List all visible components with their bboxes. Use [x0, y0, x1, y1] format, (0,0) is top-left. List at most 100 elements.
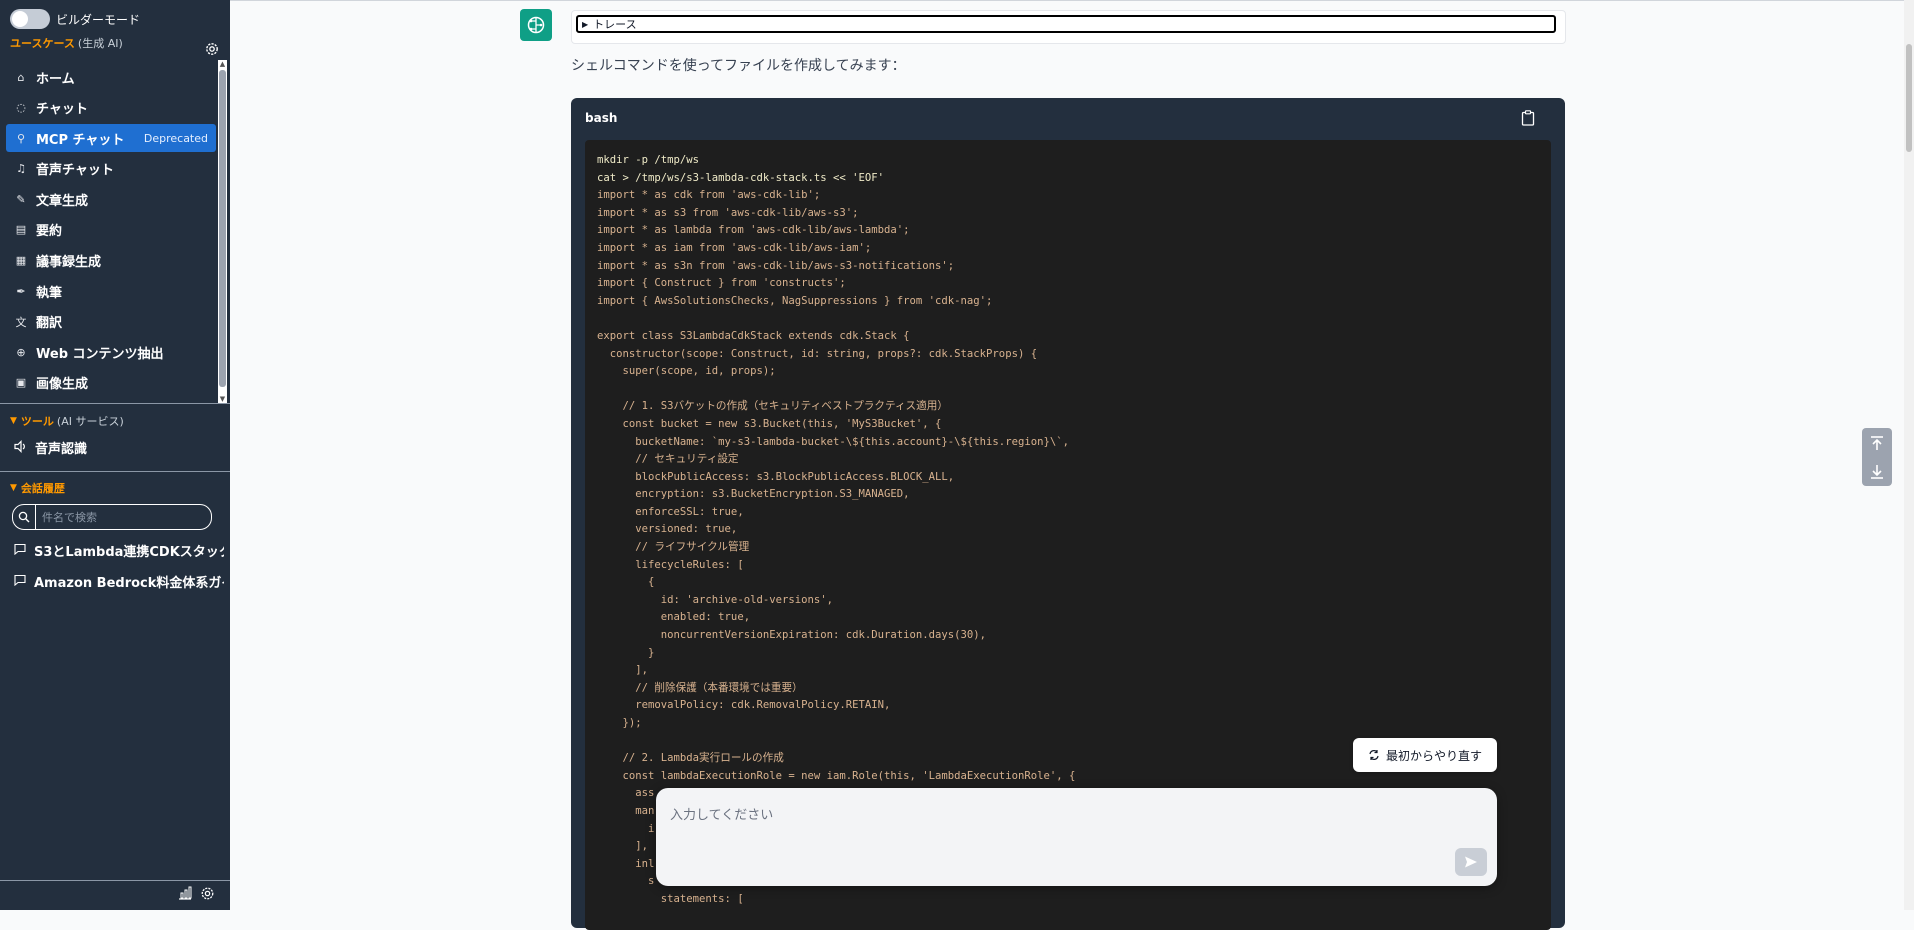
- history-item-label: Amazon Bedrock料金体系ガイ: [34, 576, 224, 591]
- code-line: inl: [597, 857, 655, 870]
- code-line: id: 'archive-old-versions',: [597, 593, 833, 606]
- page-scroll-thumb[interactable]: [1906, 44, 1912, 152]
- tool-item-label: 音声認識: [35, 442, 88, 457]
- code-line: import * as lambda from 'aws-cdk-lib/aws…: [597, 224, 910, 237]
- builder-mode-row: ビルダーモード: [10, 8, 140, 30]
- sidebar: ビルダーモード ユースケース (生成 AI) ⌂ ホーム ◌ チャット ⚲ MCP チャッ…: [0, 0, 230, 910]
- scroll-to-top-icon[interactable]: [1869, 435, 1885, 451]
- tools-subtitle: (AI サービス): [56, 415, 124, 428]
- code-line: import * as s3n from 'aws-cdk-lib/aws-s3…: [597, 259, 955, 272]
- search-icon: [13, 505, 36, 529]
- divider: [0, 880, 230, 881]
- usecase-subtitle: (生成 AI): [77, 37, 123, 50]
- history-search-input[interactable]: [36, 509, 204, 525]
- sidebar-item[interactable]: ▦ 議事録生成: [6, 247, 216, 275]
- clipboard-copy-icon[interactable]: [1521, 110, 1535, 126]
- sidebar-item-label: 議事録生成: [36, 255, 102, 271]
- stats-icon[interactable]: [178, 886, 192, 900]
- tools-header[interactable]: ▼ ツール (AI サービス): [10, 413, 124, 429]
- sidebar-bottom-icons: [178, 886, 215, 901]
- code-line: cat > /tmp/ws/s3-lambda-cdk-stack.ts << …: [597, 171, 885, 184]
- summary-icon: ▤: [15, 223, 27, 237]
- sidebar-item-label: 文章生成: [36, 193, 89, 209]
- assistant-avatar: [520, 9, 552, 41]
- code-line: export class S3LambdaCdkStack extends cd…: [597, 329, 910, 342]
- send-button[interactable]: [1455, 848, 1487, 876]
- code-line: encryption: s3.BucketEncryption.S3_MANAG…: [597, 488, 910, 501]
- page-scrollbar[interactable]: [1904, 0, 1914, 910]
- history-item[interactable]: Amazon Bedrock料金体系ガイ: [14, 572, 224, 591]
- usecase-header: ユースケース (生成 AI): [10, 35, 123, 51]
- code-line: import * as iam from 'aws-cdk-lib/aws-ia…: [597, 241, 872, 254]
- history-header[interactable]: ▼ 会話履歴: [10, 480, 65, 496]
- code-line: versioned: true,: [597, 523, 738, 536]
- pen-icon: ✒: [16, 284, 26, 298]
- scroll-thumb[interactable]: [219, 70, 226, 387]
- code-line: noncurrentVersionExpiration: cdk.Duratio…: [597, 629, 987, 642]
- builder-mode-label: ビルダーモード: [56, 12, 141, 27]
- code-line: removalPolicy: cdk.RemovalPolicy.RETAIN,: [597, 699, 891, 712]
- brain-icon: [527, 16, 545, 34]
- restart-button[interactable]: 最初からやり直す: [1353, 738, 1497, 772]
- refresh-icon: [1369, 750, 1379, 760]
- toggle-knob: [12, 11, 28, 27]
- scroll-down-arrow-icon[interactable]: ▼: [218, 395, 227, 403]
- mcp-icon: ⚲: [16, 131, 26, 145]
- chat-icon: ◌: [16, 101, 26, 115]
- trace-toggle[interactable]: ▶ トレース: [576, 15, 1556, 33]
- caret-down-icon: ▼: [10, 483, 17, 493]
- code-line: ass: [597, 787, 655, 800]
- code-line: // 2. Lambda実行ロールの作成: [597, 752, 784, 765]
- sidebar-item[interactable]: ♫ 音声チャット: [6, 155, 216, 183]
- usecase-nav: ⌂ ホーム ◌ チャット ⚲ MCP チャット Deprecated ♫ 音声チャット ✎ 文章生成…: [6, 63, 216, 400]
- history-title: 会話履歴: [20, 482, 65, 495]
- sidebar-item-label: MCP チャット: [36, 132, 125, 148]
- history-item-label: S3とLambda連携CDKスタック: [34, 545, 224, 560]
- sidebar-item[interactable]: 文翻訳: [6, 308, 216, 336]
- tool-item-speech-recognition[interactable]: 音声認識: [14, 438, 87, 457]
- deprecated-badge: Deprecated: [143, 131, 208, 145]
- triangle-right-icon: ▶: [582, 19, 589, 29]
- sidebar-item[interactable]: ▤ 要約: [6, 216, 216, 244]
- chat-bubble-icon: [14, 574, 26, 590]
- code-line: lifecycleRules: [: [597, 558, 744, 571]
- sidebar-item-label: 画像生成: [36, 377, 89, 393]
- code-line: ],: [597, 664, 649, 677]
- chat-input-box: [656, 788, 1497, 886]
- code-line: man: [597, 804, 655, 817]
- scroll-up-arrow-icon[interactable]: ▲: [218, 60, 227, 68]
- divider: [0, 403, 230, 404]
- code-line: }: [597, 646, 655, 659]
- sidebar-item[interactable]: ✎ 文章生成: [6, 185, 216, 213]
- code-line: // ライフサイクル管理: [597, 541, 750, 554]
- sidebar-item[interactable]: ⊕ Web コンテンツ抽出: [6, 338, 216, 366]
- code-line: statements: [: [597, 892, 744, 905]
- usecase-title: ユースケース: [10, 37, 75, 50]
- history-item[interactable]: S3とLambda連携CDKスタック: [14, 541, 224, 560]
- chat-input[interactable]: [668, 802, 1432, 846]
- sidebar-item[interactable]: ✒ 執筆: [6, 277, 216, 305]
- sidebar-item[interactable]: ▣ 画像生成: [6, 369, 216, 397]
- code-line: import { AwsSolutionsChecks, NagSuppress…: [597, 294, 993, 307]
- sidebar-scrollbar[interactable]: ▲ ▼: [218, 60, 227, 403]
- code-line: ],: [597, 840, 649, 853]
- code-line: s: [597, 875, 655, 888]
- sidebar-item-label: チャット: [36, 102, 88, 118]
- builder-mode-toggle[interactable]: [10, 9, 50, 29]
- code-line: super(scope, id, props);: [597, 365, 776, 378]
- sidebar-item[interactable]: ⚲ MCP チャット Deprecated: [6, 124, 216, 153]
- sidebar-item-label: 音声チャット: [36, 163, 114, 179]
- sidebar-item-label: 執筆: [36, 285, 63, 301]
- sidebar-item[interactable]: ⌂ ホーム: [6, 63, 216, 91]
- mic-icon: ♫: [16, 162, 26, 176]
- code-line: import * as cdk from 'aws-cdk-lib';: [597, 189, 821, 202]
- code-line: // 削除保護（本番環境では重要）: [597, 681, 803, 694]
- chat-bubble-icon: [14, 543, 26, 559]
- settings-gear-icon[interactable]: [200, 886, 215, 901]
- scroll-to-bottom-icon[interactable]: [1869, 464, 1885, 480]
- gear-icon[interactable]: [204, 41, 220, 57]
- sidebar-item[interactable]: ◌ チャット: [6, 94, 216, 122]
- code-line: // セキュリティ設定: [597, 453, 739, 466]
- globe-icon: ⊕: [16, 345, 26, 359]
- minutes-icon: ▦: [15, 254, 27, 268]
